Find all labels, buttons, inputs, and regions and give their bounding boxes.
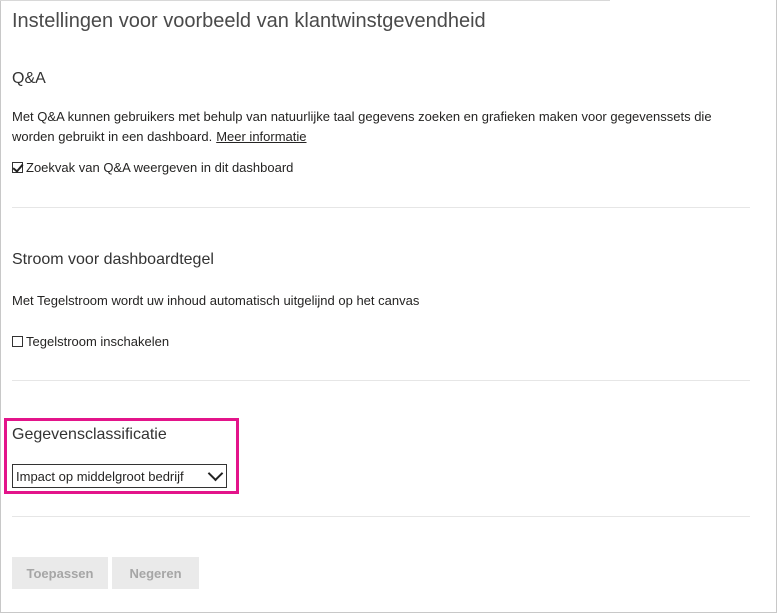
tile-flow-heading: Stroom voor dashboardtegel	[12, 251, 214, 268]
section-divider	[12, 380, 750, 381]
tile-flow-checkbox[interactable]	[12, 336, 23, 347]
qa-description: Met Q&A kunnen gebruikers met behulp van…	[12, 107, 732, 147]
top-divider	[0, 0, 610, 1]
qa-description-text: Met Q&A kunnen gebruikers met behulp van…	[12, 109, 712, 144]
classification-heading: Gegevensclassificatie	[12, 426, 167, 443]
apply-button[interactable]: Toepassen	[12, 557, 108, 589]
section-divider	[12, 516, 750, 517]
qa-heading: Q&A	[12, 70, 46, 87]
qa-search-box-option[interactable]: Zoekvak van Q&A weergeven in dit dashboa…	[12, 160, 293, 175]
page-title: Instellingen voor voorbeeld van klantwin…	[12, 10, 486, 32]
learn-more-link[interactable]: Meer informatie	[216, 129, 306, 144]
tile-flow-description: Met Tegelstroom wordt uw inhoud automati…	[12, 293, 420, 308]
qa-search-box-label: Zoekvak van Q&A weergeven in dit dashboa…	[26, 160, 294, 175]
chevron-down-icon	[207, 465, 224, 482]
tile-flow-option[interactable]: Tegelstroom inschakelen	[12, 334, 169, 349]
section-divider	[12, 207, 750, 208]
qa-search-box-checkbox[interactable]	[12, 162, 23, 173]
discard-button[interactable]: Negeren	[112, 557, 199, 589]
classification-dropdown[interactable]: Impact op middelgroot bedrijf	[12, 464, 227, 488]
classification-selected-value: Impact op middelgroot bedrijf	[16, 468, 184, 484]
tile-flow-label: Tegelstroom inschakelen	[26, 334, 170, 349]
